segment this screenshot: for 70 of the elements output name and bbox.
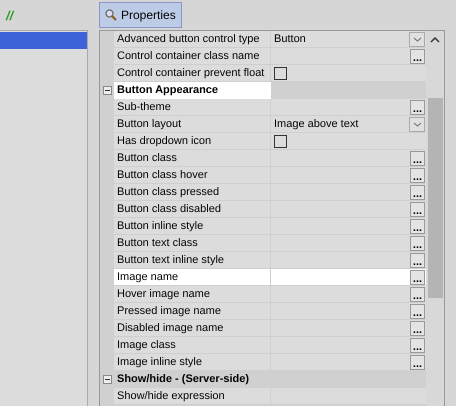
ellipsis-button[interactable]: ...	[410, 252, 425, 268]
ellipsis-button[interactable]: ...	[410, 338, 425, 352]
ellipsis-button[interactable]: ...	[410, 270, 425, 284]
value-cell[interactable]: ...	[271, 320, 426, 337]
collapse-icon[interactable]	[102, 375, 112, 384]
dropdown-button[interactable]	[409, 116, 425, 132]
properties-button[interactable]: Properties	[99, 2, 182, 28]
search-icon	[105, 9, 117, 21]
value-cell[interactable]: ...	[271, 48, 426, 65]
ellipsis-button[interactable]: ...	[410, 304, 425, 318]
ellipsis-button[interactable]: ...	[410, 218, 425, 234]
property-value: Image above text	[274, 117, 358, 132]
caret-icon	[412, 122, 422, 126]
property-name: Show/hide expression	[114, 388, 271, 405]
ellipsis-button[interactable]: ...	[410, 354, 425, 370]
scrollbar-thumb[interactable]	[428, 98, 442, 298]
property-name: Button class pressed	[114, 184, 271, 201]
value-cell[interactable]: ...	[271, 184, 426, 201]
property-name: Control container prevent float	[114, 65, 271, 82]
ellipsis-button[interactable]: ...	[410, 100, 425, 114]
value-cell[interactable]: Button	[271, 31, 426, 48]
property-name: Button text class	[114, 235, 271, 252]
property-value: Button	[274, 32, 306, 47]
property-name: Pressed image name	[114, 303, 271, 320]
value-cell[interactable]: ...	[271, 218, 426, 235]
value-cell[interactable]: ...	[271, 269, 426, 286]
property-name: Advanced button control type	[114, 31, 271, 48]
property-name: Button text inline style	[114, 252, 271, 269]
value-cell[interactable]: ...	[271, 286, 426, 303]
property-name: Control container class name	[114, 48, 271, 65]
value-cell[interactable]	[271, 65, 426, 82]
collapse-icon[interactable]	[102, 86, 112, 95]
value-cell[interactable]: ...	[271, 150, 426, 167]
value-cell[interactable]: Image above text	[271, 116, 426, 133]
ellipsis-button[interactable]: ...	[410, 320, 425, 336]
value-cell[interactable]	[271, 133, 426, 150]
ellipsis-button[interactable]: ...	[410, 150, 425, 166]
property-name: Image inline style	[114, 354, 271, 371]
property-name: Button class hover	[114, 167, 271, 184]
value-cell[interactable]: ...	[271, 235, 426, 252]
property-name: Hover image name	[114, 286, 271, 303]
value-cell[interactable]: ...	[271, 337, 426, 354]
toolbar-mark: //	[4, 7, 16, 25]
property-name: Button class	[114, 150, 271, 167]
category-label[interactable]: Button Appearance	[114, 82, 271, 99]
ellipsis-button[interactable]: ...	[410, 168, 425, 182]
checkbox[interactable]	[274, 66, 287, 80]
property-name: Image class	[114, 337, 271, 354]
value-cell[interactable]: ...	[271, 201, 426, 218]
value-cell[interactable]: ...	[271, 252, 426, 269]
value-cell[interactable]: ...	[271, 99, 426, 116]
property-name: Button inline style	[114, 218, 271, 235]
ellipsis-button[interactable]: ...	[410, 184, 425, 200]
property-name: Has dropdown icon	[114, 133, 271, 150]
property-name: Disabled image name	[114, 320, 271, 337]
value-cell[interactable]: ...	[271, 167, 426, 184]
property-name: Button layout	[114, 116, 271, 133]
ellipsis-button[interactable]: ...	[410, 48, 425, 64]
ellipsis-button[interactable]: ...	[410, 236, 425, 250]
caret-icon	[412, 36, 422, 42]
value-cell[interactable]: ...	[271, 303, 426, 320]
property-name: Button class disabled	[114, 201, 271, 218]
value-cell[interactable]: ...	[271, 354, 426, 371]
property-name: Image name	[114, 269, 271, 286]
dropdown-button[interactable]	[409, 32, 425, 46]
property-name: Sub-theme	[114, 99, 271, 116]
scroll-up-icon[interactable]	[430, 36, 440, 42]
checkbox[interactable]	[274, 134, 287, 148]
ellipsis-button[interactable]: ...	[410, 202, 425, 216]
ellipsis-button[interactable]: ...	[410, 286, 425, 302]
